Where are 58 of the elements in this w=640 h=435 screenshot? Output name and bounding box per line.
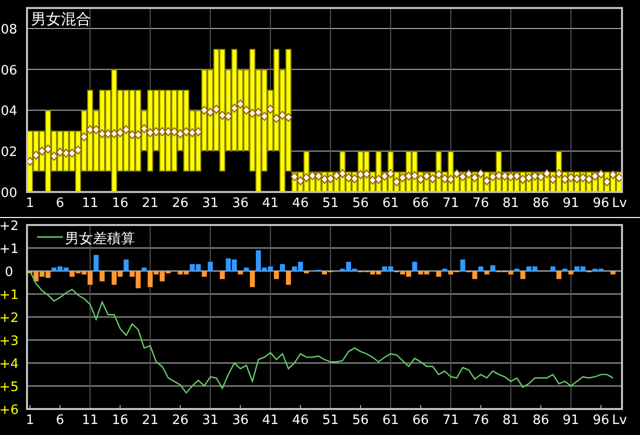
chart-title: 男女混合 [31, 10, 91, 28]
x-axis-label: 96 [592, 413, 610, 428]
x-axis-label: 6 [56, 196, 64, 211]
x-axis-label: 61 [382, 196, 399, 211]
y-axis-label: +5 [0, 380, 19, 395]
x-axis-label: 16 [112, 196, 128, 211]
x-axis-label: 6 [56, 413, 64, 428]
x-axis-label: 26 [172, 413, 189, 428]
x-axis-label: 41 [262, 196, 279, 211]
x-axis-label: 81 [502, 413, 520, 428]
y-axis-label: +3 [0, 334, 19, 349]
y-axis-label: 00 [0, 186, 18, 201]
x-axis-label: 46 [292, 196, 309, 211]
x-axis-label: 76 [472, 196, 490, 211]
x-axis-label: 41 [262, 413, 279, 428]
x-axis-label: 81 [502, 196, 520, 211]
x-axis-label: 21 [142, 413, 158, 428]
y-axis-label: +2 [0, 311, 19, 326]
x-axis-label: 71 [442, 196, 459, 211]
x-axis-label: 51 [322, 196, 339, 211]
x-axis-label: 36 [232, 413, 249, 428]
x-axis-label: 56 [352, 196, 369, 211]
y-axis-label: +1 [0, 288, 19, 303]
x-axis-label: 76 [472, 413, 490, 428]
x-axis-label: 71 [442, 413, 459, 428]
y-axis-label: 06 [0, 63, 18, 78]
x-axis-label: 66 [412, 196, 429, 211]
y-axis-label: 02 [0, 145, 18, 160]
x-axis-label: 51 [322, 413, 339, 428]
x-axis-label: 61 [382, 413, 399, 428]
x-axis-label: 86 [532, 196, 550, 211]
x-axis-label: 31 [202, 413, 219, 428]
x-axis-label: 96 [592, 196, 610, 211]
x-axis-label: 26 [172, 196, 189, 211]
x-axis-label: 31 [202, 196, 219, 211]
x-axis-label: 46 [292, 413, 309, 428]
y-axis-label: 0 [4, 265, 14, 280]
x-axis-label: 91 [562, 413, 580, 428]
x-axis-label: 11 [82, 413, 98, 428]
y-axis-label: 08 [0, 22, 18, 38]
x-axis-label: 11 [82, 196, 98, 211]
x-axis-label: 1 [26, 413, 34, 428]
y-axis-label: +6 [0, 403, 19, 418]
legend-label: 男女差積算 [65, 231, 135, 247]
y-axis-label: +1 [0, 242, 19, 257]
x-axis-label: 91 [562, 196, 580, 211]
x-axis-label: 66 [412, 413, 429, 428]
x-axis-title: Lv [612, 413, 627, 428]
x-axis-label: 36 [232, 196, 249, 211]
y-axis-label: +4 [0, 357, 19, 372]
x-axis-label: 86 [532, 413, 550, 428]
x-axis-label: 56 [352, 413, 369, 428]
x-axis-label: 21 [142, 196, 158, 211]
y-axis-label: 04 [0, 104, 18, 120]
x-axis-label: 1 [26, 196, 34, 211]
x-axis-label: 16 [112, 413, 128, 428]
y-axis-label: +2 [0, 219, 19, 234]
x-axis-title: Lv [612, 196, 627, 211]
